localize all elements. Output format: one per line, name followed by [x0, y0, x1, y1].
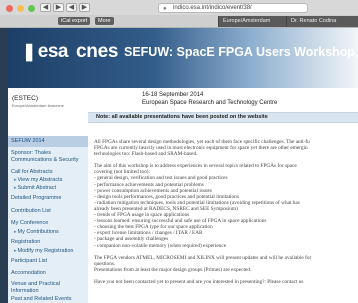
- ical-export-button[interactable]: iCal export: [58, 17, 91, 25]
- minimize-window-button[interactable]: [17, 5, 24, 12]
- arrow-icon: ▸: [14, 185, 17, 191]
- aims-paragraph: The aim of this workshop is to address e…: [94, 163, 356, 248]
- window-controls: [6, 5, 35, 12]
- event-date: 16-18 September 2014: [142, 92, 204, 98]
- nav-buttons: ◀ ▶ ◀ ▶: [40, 3, 90, 12]
- lock-icon: ●: [163, 6, 167, 12]
- sidebar-item-venue-info[interactable]: Venue and Practical Information: [8, 281, 88, 294]
- cnes-logo[interactable]: cnes: [76, 41, 118, 63]
- event-date-venue: 16-18 September 2014 European Space Rese…: [142, 91, 277, 107]
- contact-paragraph: Have you not been contacted yet to prese…: [94, 279, 356, 285]
- event-banner: ❚ esa cnes SEFUW: SpacE FPGA Users Worksh…: [8, 28, 358, 88]
- sidebar-item-view-abstracts[interactable]: ▸View my Abstracts: [8, 177, 88, 184]
- text-line: Presentations from at least the major de…: [94, 266, 252, 273]
- sidebar-item-modify-registration[interactable]: ▸Modify my Registration: [8, 248, 88, 255]
- maximize-window-button[interactable]: [28, 5, 35, 12]
- address-bar[interactable]: ● indico.esa.int/indico/event/38/: [158, 3, 308, 13]
- text-line: Have you not been contacted yet to prese…: [94, 278, 304, 285]
- sidebar-item-detailed-programme[interactable]: Detailed Programme: [8, 195, 88, 202]
- sidebar-item-registration[interactable]: Registration: [8, 239, 88, 246]
- browser-chrome: ◀ ▶ ◀ ▶ ● indico.esa.int/indico/event/38…: [0, 0, 358, 28]
- arrow-icon: ▸: [14, 248, 17, 254]
- sidebar-item-my-conference[interactable]: My Conference: [8, 220, 88, 227]
- sidebar-item-past-events[interactable]: Past and Related Events: [8, 296, 88, 303]
- arrow-icon: ▸: [14, 229, 17, 235]
- url-text: indico.esa.int/indico/event/38/: [173, 5, 252, 11]
- sidebar-item-accomodation[interactable]: Accomodation: [8, 270, 88, 277]
- sidebar: SEFUW 2014 Sponsor: Thales Communication…: [8, 136, 88, 303]
- timezone-label: Europe/Amsterdam timezone: [12, 103, 64, 108]
- event-subheader: (ESTEC) Europe/Amsterdam timezone 16-18 …: [8, 88, 358, 111]
- user-tab[interactable]: Dr. Renato Codina: [286, 16, 358, 27]
- event-venue: European Space Research and Technology C…: [142, 100, 278, 106]
- text-line: technologies too: Flash-based and SRAM-b…: [94, 151, 198, 158]
- event-description: All FPGAs share several design methodolo…: [94, 139, 356, 291]
- more-menu-button[interactable]: More: [95, 17, 114, 25]
- back-button[interactable]: ◀: [40, 3, 51, 12]
- sidebar-item-participant-list[interactable]: Participant List: [8, 258, 88, 265]
- next-button[interactable]: ▶: [79, 3, 90, 12]
- vendors-paragraph: The FPGA vendors ATMEL, MICROSEMI and XI…: [94, 255, 356, 273]
- organisation-label: (ESTEC): [12, 95, 38, 102]
- sidebar-item-submit-abstract[interactable]: ▸Submit Abstract: [8, 185, 88, 192]
- forward-button[interactable]: ▶: [53, 3, 64, 12]
- page: ❚ esa cnes SEFUW: SpacE FPGA Users Worksh…: [8, 28, 358, 303]
- sidebar-item-call-for-abstracts[interactable]: Call for Abstracts: [8, 169, 88, 176]
- arrow-icon: ▸: [14, 177, 17, 183]
- sidebar-header[interactable]: SEFUW 2014: [8, 136, 88, 147]
- close-window-button[interactable]: [6, 5, 13, 12]
- prev-button[interactable]: ◀: [66, 3, 77, 12]
- sidebar-item-my-contributions[interactable]: ▸My Contributions: [8, 229, 88, 236]
- esa-logo[interactable]: ❚ esa: [22, 41, 68, 63]
- esa-logo-mark: ❚: [22, 42, 36, 61]
- timezone-tab[interactable]: Europe/Amsterdam: [218, 16, 286, 27]
- notice-banner: Note: all available presentations have b…: [88, 112, 358, 123]
- text-line: - companion non-volatile memory (when re…: [94, 242, 227, 249]
- sidebar-item-contribution-list[interactable]: Contribution List: [8, 208, 88, 215]
- sidebar-item-sponsor[interactable]: Sponsor: Thales Communications & Securit…: [8, 150, 88, 163]
- intro-paragraph: All FPGAs share several design methodolo…: [94, 139, 356, 157]
- event-title: SEFUW: SpacE FPGA Users Workshop, 2nd Ed…: [124, 45, 358, 59]
